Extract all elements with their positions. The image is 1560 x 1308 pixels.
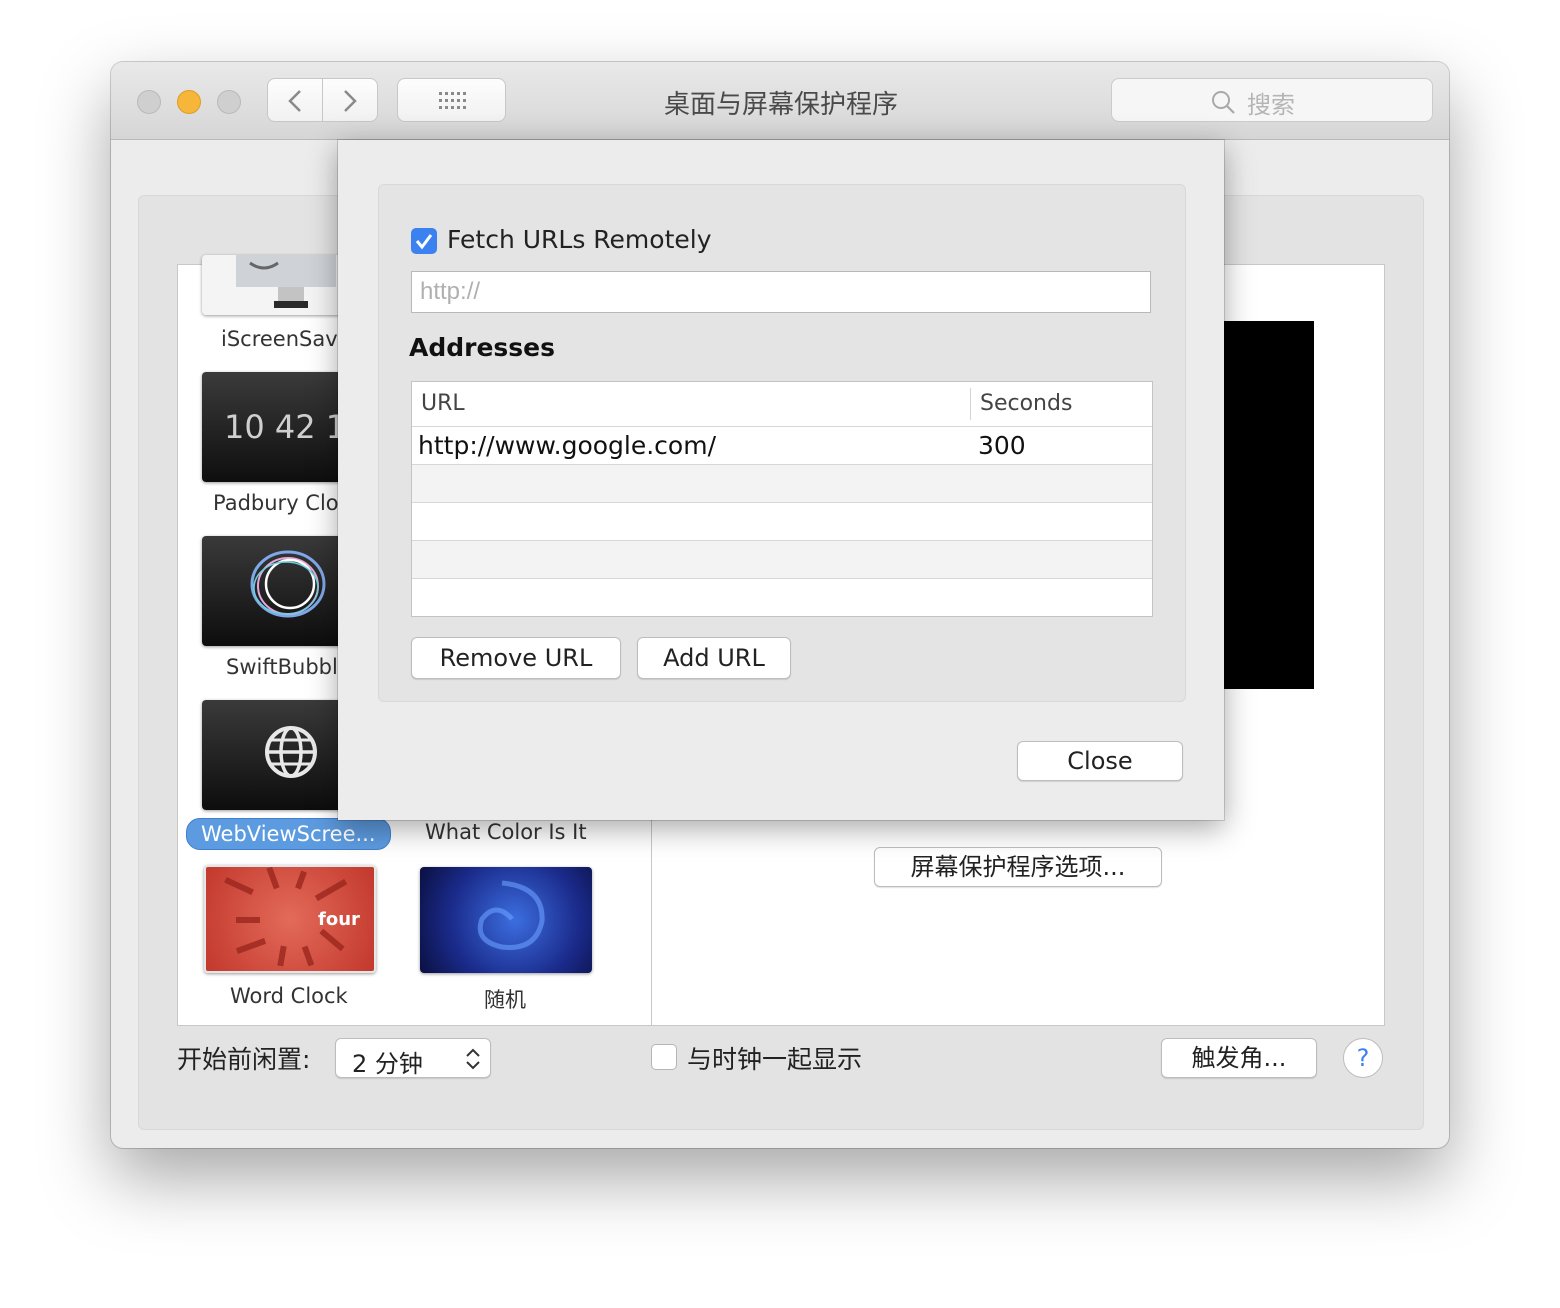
zoom-window-button[interactable] [217,90,241,114]
imac-icon [236,255,336,308]
screensaver-label: Word Clock [230,984,348,1008]
screensaver-thumb-iscreensaver[interactable] [202,255,342,315]
screensaver-label[interactable]: What Color Is It [425,820,587,844]
titlebar: 桌面与屏幕保护程序 搜索 [111,62,1449,140]
grid-icon [439,92,466,109]
chevron-right-icon [344,90,357,112]
screensaver-label: SwiftBubbl [226,655,338,679]
search-icon [1212,91,1235,114]
fetch-urls-checkbox[interactable] [411,228,437,254]
window-title: 桌面与屏幕保护程序 [663,90,898,120]
chevron-left-icon [288,90,301,112]
options-group-box: Fetch URLs Remotely Addresses URL Second… [378,184,1186,702]
show-all-button[interactable] [397,78,506,122]
screensaver-thumb-random[interactable] [420,867,592,973]
column-divider [970,388,971,420]
webview-options-sheet: Fetch URLs Remotely Addresses URL Second… [338,140,1224,820]
addresses-heading: Addresses [409,333,556,362]
remove-url-button[interactable]: Remove URL [411,637,621,679]
swirl-icon [477,880,545,950]
screensaver-label: 随机 [484,988,526,1012]
table-row-empty [412,540,1152,578]
updown-chevron-icon [466,1048,480,1070]
row-seconds: 300 [978,431,1026,460]
close-window-button[interactable] [137,90,161,114]
add-url-button[interactable]: Add URL [637,637,791,679]
idle-label: 开始前闲置: [177,1045,311,1074]
screensaver-label-selected[interactable]: WebViewScree... [186,818,391,850]
search-field[interactable]: 搜索 [1111,78,1433,122]
minimize-window-button[interactable] [177,90,201,114]
clock-digits: 10 42 1 [224,408,347,446]
help-button[interactable]: ? [1343,1038,1383,1078]
screensaver-label: Padbury Clo [213,491,339,515]
screensaver-thumb-word-clock[interactable]: four [204,865,376,973]
forward-button[interactable] [322,78,378,122]
table-row-empty [412,502,1152,540]
column-header-url[interactable]: URL [421,382,465,426]
column-header-seconds[interactable]: Seconds [980,382,1072,426]
idle-time-select[interactable]: 2 分钟 [335,1038,491,1078]
remote-url-input[interactable] [411,271,1151,313]
table-row-empty [412,578,1152,616]
back-button[interactable] [267,78,323,122]
table-row-empty [412,464,1152,502]
show-with-clock-checkbox[interactable] [651,1044,677,1070]
row-url: http://www.google.com/ [418,431,716,460]
addresses-table[interactable]: URL Seconds http://www.google.com/ 300 [411,381,1153,617]
hot-corners-button[interactable]: 触发角... [1161,1038,1317,1078]
search-placeholder: 搜索 [1247,91,1295,119]
idle-time-value: 2 分钟 [352,1050,423,1078]
show-with-clock-label: 与时钟一起显示 [687,1045,863,1074]
table-row[interactable]: http://www.google.com/ 300 [412,426,1152,464]
screensaver-preview [1224,321,1314,689]
close-button[interactable]: Close [1017,741,1183,781]
screensaver-options-button[interactable]: 屏幕保护程序选项... [874,847,1162,887]
screensaver-label: iScreenSav [221,327,338,351]
fetch-urls-label: Fetch URLs Remotely [447,225,712,254]
checkmark-icon [415,234,433,250]
word-clock-decor [224,867,348,967]
